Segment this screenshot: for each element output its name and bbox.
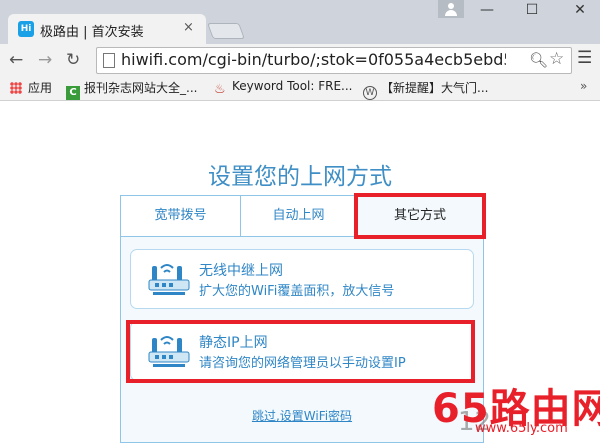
bookmarks-bar: 应用 C 报刊杂志网站大全_... ♨ Keyword Tool: FRE... W… <box>0 76 600 101</box>
bookmark-1[interactable]: C 报刊杂志网站大全_... <box>66 79 197 100</box>
wordpress-icon: W <box>363 86 377 100</box>
address-bar[interactable]: hiwifi.com/cgi-bin/turbo/;stok=0f055a4ec… <box>96 47 572 74</box>
reload-icon[interactable]: ↻ <box>66 50 80 70</box>
option-wireless-repeater[interactable]: 无线中继上网 扩大您的WiFi覆盖面积，放大信号 <box>130 249 474 309</box>
option-title: 无线中继上网 <box>199 263 283 279</box>
star-icon[interactable]: ☆ <box>549 49 564 69</box>
maximize-button[interactable]: ☐ <box>522 2 542 18</box>
bookmark-3[interactable]: W 【新提醒】大气门... <box>363 79 488 100</box>
minimize-button[interactable]: — <box>477 2 497 18</box>
apps-grid-icon <box>10 82 22 94</box>
close-window-button[interactable]: ✕ <box>570 2 590 18</box>
bookmarks-more-button[interactable]: » <box>580 79 587 93</box>
menu-icon[interactable]: ☰ <box>577 48 592 68</box>
page-icon <box>103 53 115 68</box>
highlight-box-option <box>126 320 475 383</box>
hiwifi-favicon-icon: Hi <box>18 21 34 37</box>
c-icon: C <box>66 86 80 100</box>
url-text[interactable]: hiwifi.com/cgi-bin/turbo/;stok=0f055a4ec… <box>121 50 506 69</box>
bookmark-apps[interactable]: 应用 <box>10 79 52 96</box>
flame-icon: ♨ <box>214 82 226 97</box>
tab-strip: Hi 极路由 | 首次安装 × — ☐ ✕ <box>0 0 600 44</box>
option-desc: 扩大您的WiFi覆盖面积，放大信号 <box>199 284 395 299</box>
user-icon[interactable] <box>438 0 464 18</box>
highlight-box-tab <box>354 193 486 239</box>
browser-tab[interactable]: Hi 极路由 | 首次安装 × <box>8 14 206 44</box>
router-icon <box>148 264 190 295</box>
browser-toolbar: ← → ↻ hiwifi.com/cgi-bin/turbo/;stok=0f0… <box>0 44 600 76</box>
page-title: 设置您的上网方式 <box>208 164 392 190</box>
zoom-icon[interactable]: 🔍︎ <box>529 51 548 69</box>
page-content: 设置您的上网方式 宽带拨号 自动上网 其它方式 无线中继上网 扩大您的WiFi覆… <box>0 101 600 443</box>
forward-arrow-icon[interactable]: → <box>38 50 52 70</box>
tab-pppoe[interactable]: 宽带拨号 <box>121 196 241 236</box>
skip-link[interactable]: 跳过,设置WiFi密码 <box>121 407 483 424</box>
tab-dhcp[interactable]: 自动上网 <box>241 196 357 236</box>
bookmark-2[interactable]: ♨ Keyword Tool: FRE... <box>214 79 353 97</box>
tab-close-icon[interactable]: × <box>183 20 194 35</box>
watermark-url: www.65ly.com <box>475 421 568 436</box>
new-tab-button[interactable] <box>207 23 245 39</box>
back-arrow-icon[interactable]: ← <box>9 50 23 70</box>
tab-title: 极路由 | 首次安装 <box>40 25 144 40</box>
